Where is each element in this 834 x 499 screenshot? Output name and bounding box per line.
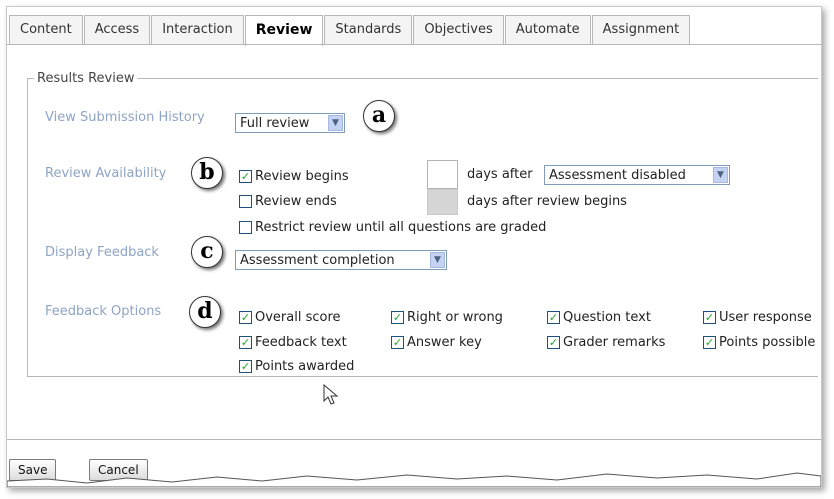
- begins-days-input[interactable]: [427, 160, 458, 189]
- review-ends-label: Review ends: [255, 194, 337, 209]
- footer-divider: [7, 439, 821, 440]
- option-label: Question text: [563, 310, 651, 325]
- option-label: Grader remarks: [563, 335, 666, 350]
- tab-assignment[interactable]: Assignment: [591, 15, 691, 44]
- option-question-text[interactable]: ✓ Question text: [547, 310, 651, 325]
- days-after-begins-label: days after review begins: [467, 194, 627, 209]
- option-right-or-wrong[interactable]: ✓ Right or wrong: [391, 310, 503, 325]
- checkbox-checked-icon[interactable]: ✓: [391, 336, 404, 349]
- checkbox-checked-icon[interactable]: ✓: [703, 311, 716, 324]
- option-answer-key[interactable]: ✓ Answer key: [391, 335, 482, 350]
- checkbox-checked-icon[interactable]: ✓: [391, 311, 404, 324]
- callout-a: a: [363, 100, 395, 132]
- tab-access[interactable]: Access: [83, 15, 151, 44]
- option-label: Points possible: [719, 335, 816, 350]
- tab-review[interactable]: Review: [244, 15, 324, 46]
- days-after-label: days after: [467, 167, 533, 182]
- option-feedback-text[interactable]: ✓ Feedback text: [239, 335, 347, 350]
- chevron-down-icon[interactable]: ▼: [430, 252, 445, 268]
- option-label: Answer key: [407, 335, 482, 350]
- display-feedback-label: Display Feedback: [45, 245, 159, 260]
- mouse-pointer-icon: [323, 384, 339, 405]
- option-points-awarded[interactable]: ✓ Points awarded: [239, 359, 354, 374]
- checkbox-checked-icon[interactable]: ✓: [547, 311, 560, 324]
- option-label: Feedback text: [255, 335, 347, 350]
- settings-panel: Content Access Interaction Review Standa…: [6, 6, 822, 488]
- view-history-label: View Submission History: [45, 110, 205, 125]
- checkbox-unchecked-icon[interactable]: [239, 195, 252, 208]
- option-user-response[interactable]: ✓ User response: [703, 310, 812, 325]
- view-history-select[interactable]: Full review ▼: [235, 113, 345, 133]
- option-label: Right or wrong: [407, 310, 503, 325]
- callout-c: c: [191, 236, 223, 268]
- option-label: User response: [719, 310, 812, 325]
- checkbox-checked-icon[interactable]: ✓: [239, 311, 252, 324]
- tab-objectives[interactable]: Objectives: [413, 15, 504, 44]
- tab-automate[interactable]: Automate: [504, 15, 591, 44]
- restrict-review-label: Restrict review until all questions are …: [255, 220, 547, 235]
- torn-edge-decoration: [7, 472, 821, 487]
- review-begins-label: Review begins: [255, 169, 349, 184]
- tab-interaction[interactable]: Interaction: [151, 15, 244, 44]
- option-label: Points awarded: [255, 359, 355, 374]
- restrict-review-checkbox[interactable]: Restrict review until all questions are …: [239, 220, 546, 235]
- view-history-value: Full review: [240, 115, 310, 131]
- review-begins-checkbox[interactable]: ✓ Review begins: [239, 169, 349, 184]
- review-trigger-select[interactable]: Assessment disabled ▼: [544, 165, 730, 185]
- checkbox-checked-icon[interactable]: ✓: [703, 336, 716, 349]
- tab-divider: [7, 44, 821, 45]
- checkbox-checked-icon[interactable]: ✓: [239, 170, 252, 183]
- chevron-down-icon[interactable]: ▼: [713, 167, 728, 183]
- callout-d: d: [189, 296, 221, 328]
- checkbox-checked-icon[interactable]: ✓: [547, 336, 560, 349]
- option-overall-score[interactable]: ✓ Overall score: [239, 310, 341, 325]
- feedback-options-label: Feedback Options: [45, 304, 162, 319]
- tab-standards[interactable]: Standards: [324, 15, 413, 44]
- option-label: Overall score: [255, 310, 341, 325]
- option-points-possible[interactable]: ✓ Points possible: [703, 335, 815, 350]
- review-ends-checkbox[interactable]: Review ends: [239, 194, 337, 209]
- callout-b: b: [191, 157, 223, 189]
- checkbox-checked-icon[interactable]: ✓: [239, 360, 252, 373]
- ends-days-input[interactable]: [427, 189, 458, 215]
- checkbox-checked-icon[interactable]: ✓: [239, 336, 252, 349]
- section-title: Results Review: [37, 71, 135, 86]
- review-trigger-value: Assessment disabled: [549, 167, 686, 183]
- chevron-down-icon[interactable]: ▼: [328, 115, 343, 131]
- tab-content[interactable]: Content: [9, 15, 83, 44]
- option-grader-remarks[interactable]: ✓ Grader remarks: [547, 335, 665, 350]
- checkbox-unchecked-icon[interactable]: [239, 221, 252, 234]
- display-feedback-select[interactable]: Assessment completion ▼: [235, 250, 447, 270]
- review-availability-label: Review Availability: [45, 166, 167, 181]
- tab-bar: Content Access Interaction Review Standa…: [9, 15, 691, 46]
- display-feedback-value: Assessment completion: [240, 252, 395, 268]
